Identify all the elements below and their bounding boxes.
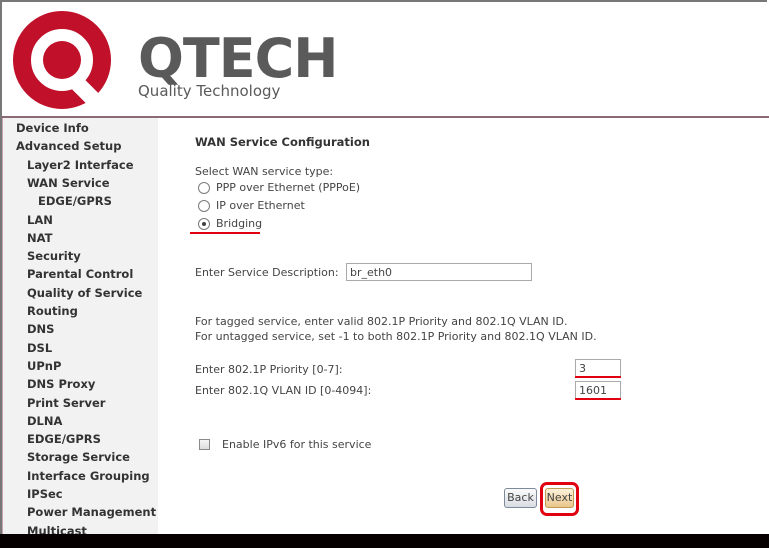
description-label: Enter Service Description:: [195, 266, 339, 279]
sidebar-item-routing[interactable]: Routing: [27, 304, 78, 318]
vlan-id-input[interactable]: [575, 381, 621, 399]
sidebar-item-advanced-setup[interactable]: Advanced Setup: [16, 139, 121, 153]
enable-ipv6-label[interactable]: Enable IPv6 for this service: [222, 438, 371, 451]
sidebar-item-quality-of-service[interactable]: Quality of Service: [27, 286, 142, 300]
sidebar-item-dns-proxy[interactable]: DNS Proxy: [27, 377, 95, 391]
header: QTECH Quality Technology: [2, 2, 769, 118]
qtech-logo-icon: [13, 11, 111, 112]
sidebar-item-dlna[interactable]: DLNA: [27, 414, 62, 428]
sidebar-item-device-info[interactable]: Device Info: [16, 121, 89, 135]
wan-service-config-panel: WAN Service Configuration Select WAN ser…: [158, 118, 769, 534]
sidebar-item-ipsec[interactable]: IPSec: [27, 487, 63, 501]
next-button[interactable]: Next: [545, 488, 574, 508]
sidebar-item-print-server[interactable]: Print Server: [27, 396, 105, 410]
vlan-id-highlight-underline: [575, 398, 621, 400]
radio-pppoe[interactable]: [198, 182, 210, 194]
sidebar-item-nat[interactable]: NAT: [27, 231, 52, 245]
priority-input[interactable]: [575, 359, 621, 377]
sidebar-item-lan[interactable]: LAN: [27, 213, 53, 227]
page-title: WAN Service Configuration: [195, 135, 370, 149]
sidebar-item-dns[interactable]: DNS: [27, 322, 54, 336]
vlan-note-untagged: For untagged service, set -1 to both 802…: [195, 330, 597, 343]
vlan-note-tagged: For tagged service, enter valid 802.1P P…: [195, 315, 568, 328]
sidebar-item-layer2-interface[interactable]: Layer2 Interface: [27, 158, 134, 172]
enable-ipv6-checkbox[interactable]: [199, 439, 210, 450]
radio-bridging-label[interactable]: Bridging: [216, 217, 262, 230]
vlan-id-label: Enter 802.1Q VLAN ID [0-4094]:: [195, 384, 372, 397]
sidebar-item-interface-grouping[interactable]: Interface Grouping: [27, 469, 150, 483]
service-type-label: Select WAN service type:: [195, 165, 334, 178]
sidebar-item-multicast[interactable]: Multicast: [27, 524, 87, 534]
priority-label: Enter 802.1P Priority [0-7]:: [195, 363, 343, 376]
radio-bridging[interactable]: [198, 218, 210, 230]
footer-bar: [0, 534, 769, 548]
sidebar-item-dsl[interactable]: DSL: [27, 341, 52, 355]
sidebar-item-parental-control[interactable]: Parental Control: [27, 267, 133, 281]
sidebar-item-wan-service[interactable]: WAN Service: [27, 176, 110, 190]
back-button[interactable]: Back: [504, 488, 537, 508]
sidebar-item-security[interactable]: Security: [27, 249, 81, 263]
sidebar-item-edge-gprs[interactable]: EDGE/GPRS: [38, 194, 112, 208]
brand-name: QTECH: [138, 27, 338, 90]
radio-ipoe[interactable]: [198, 200, 210, 212]
sidebar-nav: Device Info Advanced Setup Layer2 Interfac…: [2, 118, 159, 534]
sidebar-item-upnp[interactable]: UPnP: [27, 359, 61, 373]
brand-tagline: Quality Technology: [138, 82, 281, 100]
bridging-highlight-underline: [190, 232, 260, 234]
radio-ipoe-label[interactable]: IP over Ethernet: [216, 199, 305, 212]
radio-pppoe-label[interactable]: PPP over Ethernet (PPPoE): [216, 181, 360, 194]
sidebar-item-power-management[interactable]: Power Management: [27, 505, 156, 519]
sidebar-item-storage-service[interactable]: Storage Service: [27, 450, 130, 464]
priority-highlight-underline: [575, 376, 621, 378]
sidebar-item-edge-gprs[interactable]: EDGE/GPRS: [27, 432, 101, 446]
service-description-input[interactable]: [346, 263, 532, 281]
